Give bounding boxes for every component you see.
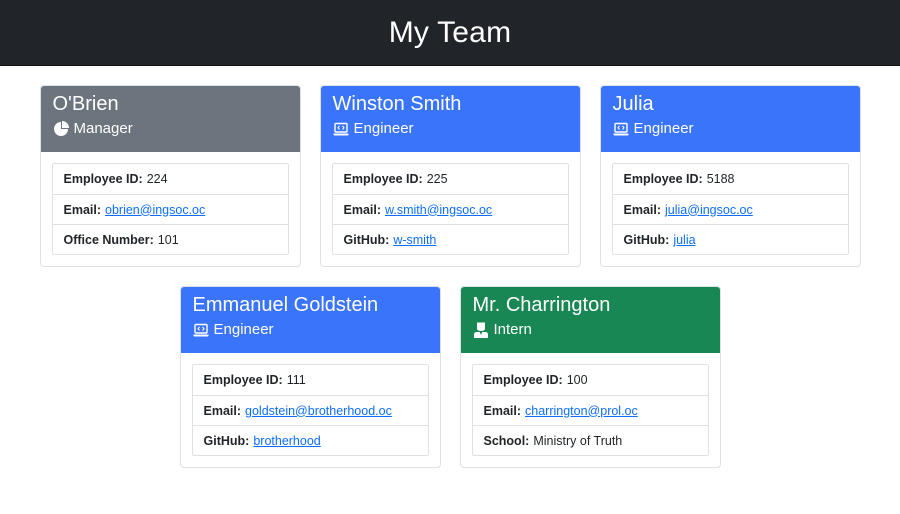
github-label: GitHub: (343, 232, 390, 247)
office-number-label: Office Number: (63, 232, 154, 247)
card-header: Mr. Charrington Intern (460, 287, 720, 353)
school-item: School: Ministry of Truth (472, 425, 708, 455)
details-list: Employee ID: 225 Email: w.smith@ingsoc.o… (331, 163, 569, 255)
card-body: Employee ID: 111 Email: goldstein@brothe… (181, 353, 440, 467)
employee-card-engineer: Julia Engineer Employee ID: 5188 Email: (599, 85, 861, 267)
employee-name: Emmanuel Goldstein (192, 294, 379, 316)
employee-role: Manager (53, 119, 288, 139)
employee-id-item: Employee ID: 100 (473, 365, 708, 395)
employee-id-label: Employee ID: (623, 172, 703, 186)
employee-card-engineer: Winston Smith Engineer Employee ID: 225 … (319, 85, 581, 267)
employee-id-label: Employee ID: (483, 373, 563, 387)
email-link[interactable]: julia@ingsoc.oc (665, 203, 753, 217)
school-label: School: (483, 433, 530, 448)
team-row: O'Brien Manager Employee ID: 224 Email: (0, 85, 900, 267)
role-label: Engineer (353, 120, 414, 137)
details-list: Employee ID: 111 Email: goldstein@brothe… (191, 364, 429, 456)
card-header: O'Brien Manager (40, 86, 300, 152)
employee-card-intern: Mr. Charrington Intern Employee ID: 100 … (459, 286, 721, 468)
github-item: GitHub: julia (612, 224, 848, 254)
employee-id-item: Employee ID: 224 (53, 164, 288, 194)
role-label: Engineer (213, 321, 274, 338)
navbar: My Team (0, 0, 900, 66)
pie-chart-icon (53, 121, 70, 138)
email-item: Email: goldstein@brotherhood.oc (192, 395, 428, 425)
card-body: Employee ID: 224 Email: obrien@ingsoc.oc… (41, 152, 300, 266)
employee-id-item: Employee ID: 5188 (613, 164, 848, 194)
laptop-code-icon (613, 121, 630, 138)
employee-role: Engineer (333, 119, 568, 139)
card-header: Julia Engineer (600, 86, 860, 152)
team-container: O'Brien Manager Employee ID: 224 Email: (0, 85, 900, 468)
employee-id-value: 224 (146, 172, 168, 186)
employee-id-label: Employee ID: (63, 172, 143, 186)
github-link[interactable]: w-smith (393, 233, 436, 247)
email-link[interactable]: goldstein@brotherhood.oc (245, 404, 392, 418)
email-label: Email: (623, 202, 662, 217)
card-body: Employee ID: 5188 Email: julia@ingsoc.oc… (601, 152, 860, 266)
details-list: Employee ID: 5188 Email: julia@ingsoc.oc… (611, 163, 849, 255)
email-item: Email: charrington@prol.oc (472, 395, 708, 425)
email-label: Email: (343, 202, 382, 217)
email-label: Email: (63, 202, 102, 217)
page-title: My Team (388, 15, 512, 49)
team-row: Emmanuel Goldstein Engineer Employee ID:… (0, 286, 900, 468)
employee-id-value: 111 (286, 373, 306, 387)
role-label: Intern (493, 321, 532, 338)
laptop-code-icon (193, 322, 210, 339)
github-item: GitHub: w-smith (332, 224, 568, 254)
employee-name: Mr. Charrington (472, 294, 611, 316)
employee-name: O'Brien (52, 93, 119, 115)
employee-name: Julia (612, 93, 654, 115)
employee-id-value: 5188 (706, 172, 735, 186)
github-label: GitHub: (623, 232, 670, 247)
email-link[interactable]: w.smith@ingsoc.oc (385, 203, 492, 217)
github-label: GitHub: (203, 433, 250, 448)
employee-id-label: Employee ID: (203, 373, 283, 387)
card-header: Winston Smith Engineer (320, 86, 580, 152)
graduate-icon (473, 322, 490, 339)
email-item: Email: julia@ingsoc.oc (612, 194, 848, 224)
employee-id-value: 100 (566, 373, 588, 387)
github-item: GitHub: brotherhood (192, 425, 428, 455)
employee-role: Engineer (613, 119, 848, 139)
email-item: Email: obrien@ingsoc.oc (52, 194, 288, 224)
github-link[interactable]: brotherhood (253, 434, 320, 448)
email-label: Email: (483, 403, 522, 418)
details-list: Employee ID: 100 Email: charrington@prol… (471, 364, 709, 456)
email-link[interactable]: obrien@ingsoc.oc (105, 203, 205, 217)
role-label: Manager (73, 120, 133, 137)
card-body: Employee ID: 225 Email: w.smith@ingsoc.o… (321, 152, 580, 266)
employee-role: Engineer (193, 320, 428, 340)
office-number-item: Office Number: 101 (52, 224, 288, 254)
email-link[interactable]: charrington@prol.oc (525, 404, 638, 418)
employee-name: Winston Smith (332, 93, 462, 115)
employee-id-value: 225 (426, 172, 448, 186)
role-label: Engineer (633, 120, 694, 137)
github-link[interactable]: julia (673, 233, 695, 247)
email-label: Email: (203, 403, 242, 418)
employee-card-manager: O'Brien Manager Employee ID: 224 Email: (39, 85, 301, 267)
employee-id-label: Employee ID: (343, 172, 423, 186)
email-item: Email: w.smith@ingsoc.oc (332, 194, 568, 224)
laptop-code-icon (333, 121, 350, 138)
employee-id-item: Employee ID: 225 (333, 164, 568, 194)
employee-role: Intern (473, 320, 708, 340)
school-value: Ministry of Truth (533, 433, 623, 448)
office-number-value: 101 (157, 232, 179, 247)
employee-card-engineer: Emmanuel Goldstein Engineer Employee ID:… (179, 286, 441, 468)
card-body: Employee ID: 100 Email: charrington@prol… (461, 353, 720, 467)
card-header: Emmanuel Goldstein Engineer (180, 287, 440, 353)
employee-id-item: Employee ID: 111 (193, 365, 428, 395)
details-list: Employee ID: 224 Email: obrien@ingsoc.oc… (51, 163, 289, 255)
